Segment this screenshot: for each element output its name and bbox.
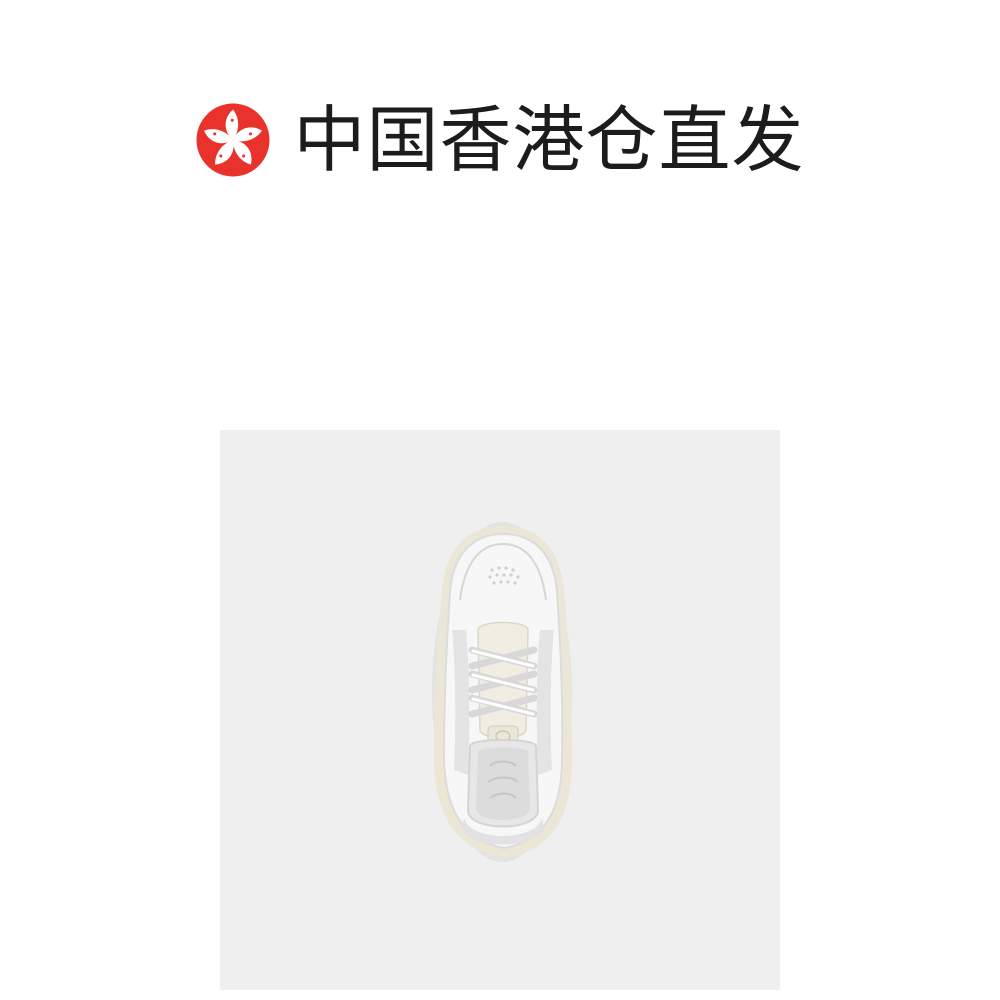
product-detail-image: 中国香港仓直发 [0,0,1000,1000]
hong-kong-bauhinia-flag-icon [197,103,270,177]
shipping-origin-text: 中国香港仓直发 [293,98,805,182]
shipping-origin-banner: 中国香港仓直发 [0,90,1000,190]
sneaker-image [220,430,780,990]
product-photo [220,430,780,990]
